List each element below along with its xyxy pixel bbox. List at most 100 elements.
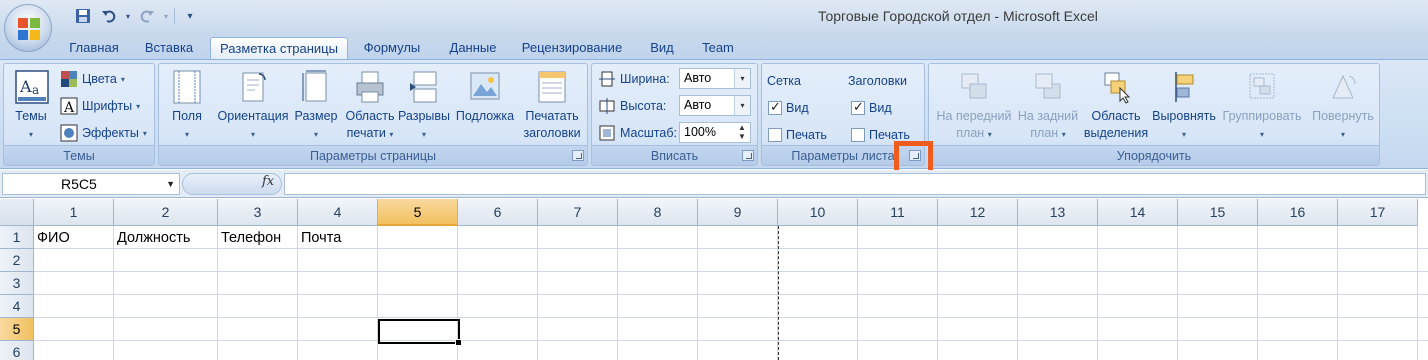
column-header-14[interactable]: 14 (1098, 199, 1178, 226)
column-header-15[interactable]: 15 (1178, 199, 1258, 226)
print-area-label-1: Область (345, 109, 395, 123)
headings-header: Заголовки (848, 74, 907, 88)
chevron-down-icon: ▾ (734, 96, 750, 115)
bring-forward-button[interactable]: На передний план ▾ (931, 70, 1017, 143)
effects-button[interactable]: Эффекты ▾ (60, 122, 147, 144)
column-header-9[interactable]: 9 (698, 199, 778, 226)
redo-dropdown-icon[interactable]: ▾ (162, 6, 170, 26)
spinner-icon[interactable]: ▲ ▼ (734, 123, 750, 142)
page-setup-launcher-icon[interactable] (572, 150, 584, 161)
headings-view-checkbox[interactable]: Вид (851, 97, 892, 119)
tab-view[interactable]: Вид (640, 37, 684, 60)
column-header-8[interactable]: 8 (618, 199, 698, 226)
column-header-17[interactable]: 17 (1338, 199, 1418, 226)
column-header-4[interactable]: 4 (298, 199, 378, 226)
row-header-4[interactable]: 4 (0, 295, 34, 318)
row-header-5[interactable]: 5 (0, 318, 34, 341)
undo-icon[interactable] (98, 6, 120, 26)
group-label: Группировать (1222, 109, 1302, 123)
scale-stepper[interactable]: 100% ▲ ▼ (679, 122, 751, 143)
tab-formulas[interactable]: Формулы (356, 37, 428, 60)
gridlines-print-checkbox[interactable]: Печать (768, 124, 827, 146)
redo-icon[interactable] (136, 6, 158, 26)
selection-pane-button[interactable]: Область выделения (1083, 70, 1149, 142)
cell-r1c2[interactable]: Должность (114, 226, 218, 249)
column-header-13[interactable]: 13 (1018, 199, 1098, 226)
cell-r1c3[interactable]: Телефон (218, 226, 298, 249)
width-select[interactable]: Авто ▾ (679, 68, 751, 89)
column-header-16[interactable]: 16 (1258, 199, 1338, 226)
cell-r1c1[interactable]: ФИО (34, 226, 114, 249)
page-size-icon (300, 70, 332, 104)
orientation-label: Ориентация (217, 109, 289, 123)
row-header-6[interactable]: 6 (0, 341, 34, 360)
insert-function-icon[interactable]: fx (262, 174, 274, 189)
margins-button[interactable]: Поля ▾ (165, 70, 209, 143)
rotate-button[interactable]: Повернуть ▾ (1307, 70, 1379, 143)
chevron-down-icon: ▾ (28, 130, 33, 139)
group-button[interactable]: Группировать ▾ (1217, 70, 1307, 143)
headings-print-label: Печать (869, 128, 910, 142)
tab-page-layout[interactable]: Разметка страницы (210, 37, 348, 60)
office-button[interactable] (4, 4, 52, 52)
column-header-1[interactable]: 1 (34, 199, 114, 226)
column-header-2[interactable]: 2 (114, 199, 218, 226)
orientation-button[interactable]: Ориентация ▾ (211, 70, 295, 143)
active-cell[interactable] (378, 319, 462, 346)
row-header-2[interactable]: 2 (0, 249, 34, 272)
column-header-6[interactable]: 6 (458, 199, 538, 226)
themes-button[interactable]: Aa Темы ▾ (8, 70, 54, 143)
column-header-12[interactable]: 12 (938, 199, 1018, 226)
fonts-button[interactable]: A Шрифты ▾ (60, 95, 140, 117)
row-gridline (34, 294, 1428, 295)
spreadsheet-grid[interactable]: 1 2 3 4 5 6 7 8 9 10 11 12 13 14 15 16 17 123456 ФИО Дол… (0, 199, 1428, 360)
background-button[interactable]: Подложка (453, 70, 517, 125)
column-header-11[interactable]: 11 (858, 199, 938, 226)
chevron-down-icon: ▾ (250, 130, 255, 139)
chevron-down-icon: ▾ (184, 130, 189, 139)
column-header-10[interactable]: 10 (778, 199, 858, 226)
save-icon[interactable] (72, 6, 94, 26)
scale-to-fit-launcher-icon[interactable] (742, 150, 754, 161)
customize-icon[interactable]: ▾ (179, 6, 201, 26)
height-select[interactable]: Авто ▾ (679, 95, 751, 116)
width-value: Авто (684, 71, 712, 85)
print-area-button[interactable]: Область печати ▾ (341, 70, 399, 143)
formula-input[interactable] (284, 173, 1426, 195)
select-all-button[interactable] (0, 199, 34, 226)
group-label-scale-to-fit: Вписать (592, 145, 757, 165)
tab-home[interactable]: Главная (60, 37, 128, 60)
print-titles-button[interactable]: Печатать заголовки (517, 70, 587, 142)
checkbox-unchecked-icon (768, 128, 782, 142)
breaks-button[interactable]: Разрывы ▾ (395, 70, 453, 143)
row-header-1[interactable]: 1 (0, 226, 34, 249)
send-backward-label-1: На задний (1017, 109, 1079, 123)
tab-data[interactable]: Данные (440, 37, 506, 60)
name-box[interactable]: R5C5 ▼ (2, 173, 180, 195)
undo-dropdown-icon[interactable]: ▾ (124, 6, 132, 26)
row-gridline (34, 271, 1428, 272)
checkbox-checked-icon (768, 99, 782, 115)
column-header-7[interactable]: 7 (538, 199, 618, 226)
group-label-themes: Темы (4, 145, 154, 165)
chevron-down-icon[interactable]: ▼ (166, 174, 175, 194)
bring-forward-label-1: На передний (936, 109, 1012, 123)
chevron-down-icon: ▾ (136, 101, 141, 111)
send-backward-button[interactable]: На задний план ▾ (1013, 70, 1083, 143)
tab-review[interactable]: Рецензирование (516, 37, 628, 60)
gridlines-view-checkbox[interactable]: Вид (768, 97, 809, 119)
tab-insert[interactable]: Вставка (136, 37, 202, 60)
align-button[interactable]: Выровнять ▾ (1149, 70, 1219, 143)
tab-team[interactable]: Team (692, 37, 744, 60)
checkbox-checked-icon (851, 99, 865, 115)
column-header-5[interactable]: 5 (378, 199, 458, 226)
row-header-3[interactable]: 3 (0, 272, 34, 295)
column-header-3[interactable]: 3 (218, 199, 298, 226)
cell-r1c4[interactable]: Почта (298, 226, 378, 249)
colors-icon (60, 70, 78, 88)
print-titles-icon (536, 70, 568, 104)
formula-bar: R5C5 ▼ fx (0, 170, 1428, 198)
colors-button[interactable]: Цвета ▾ (60, 68, 125, 90)
size-button[interactable]: Размер ▾ (291, 70, 341, 143)
chevron-down-icon: ▾ (421, 130, 426, 139)
